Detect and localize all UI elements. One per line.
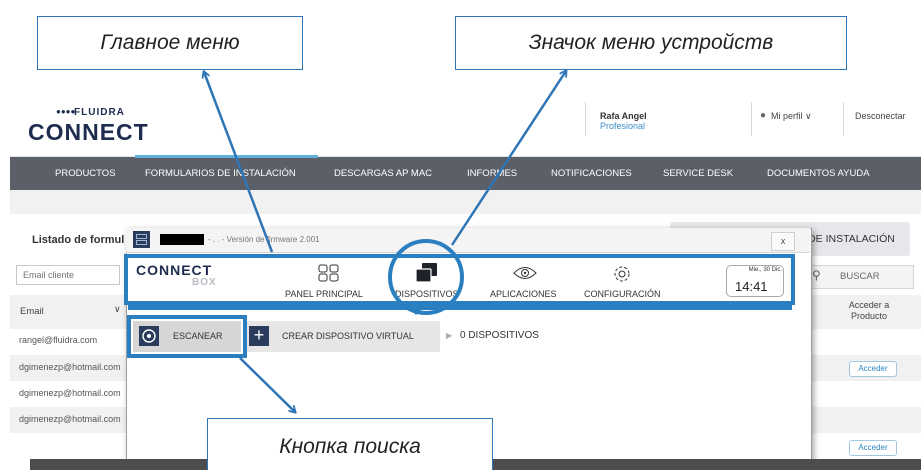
- user-icon: ●: [760, 110, 767, 121]
- plus-icon: +: [249, 326, 269, 346]
- nav-item-informes[interactable]: INFORMES: [467, 168, 517, 179]
- nav-item-formularios[interactable]: FORMULARIOS DE INSTALACIÓN: [145, 168, 296, 179]
- app-icon-detail: [136, 234, 147, 239]
- scan-button-label: ESCANEAR: [173, 331, 223, 341]
- callout-scan-button: Кнопка поиска: [207, 418, 493, 470]
- screenshot: ●●●● FLUIDRA CONNECT Rafa Angel Profesio…: [0, 0, 921, 470]
- page-title: Listado de formul: [32, 234, 125, 246]
- connect-box-logo-sub: BOX: [192, 277, 217, 288]
- header-divider: [843, 102, 844, 136]
- brand-name: FLUIDRA: [74, 107, 125, 118]
- header-divider: [751, 102, 752, 136]
- profile-menu-button[interactable]: Mi perfil ∨: [771, 111, 812, 122]
- fluidra-dots-icon: ●●●●: [56, 107, 76, 116]
- scan-icon: [139, 326, 159, 346]
- subheader-strip: [10, 190, 921, 214]
- nav-item-documentos[interactable]: DOCUMENTOS AYUDA: [767, 168, 870, 179]
- user-name: Rafa Angel: [600, 111, 647, 121]
- active-menu-pointer: [410, 309, 422, 315]
- header-divider: [585, 102, 586, 136]
- callout-main-menu: Главное меню: [37, 16, 303, 70]
- connect-box-logo: CONNECT: [136, 262, 213, 278]
- app-icon-detail: [136, 240, 147, 245]
- create-virtual-device-label: CREAR DISPOSITIVO VIRTUAL: [282, 331, 414, 341]
- eye-icon[interactable]: [512, 264, 538, 282]
- email-filter-input[interactable]: [16, 265, 120, 285]
- menu-underline-bar: [128, 305, 792, 310]
- devices-icon[interactable]: [413, 262, 441, 284]
- chevron-down-icon[interactable]: ∨: [114, 304, 121, 315]
- nav-active-indicator: [135, 155, 318, 158]
- grid-icon[interactable]: [316, 264, 342, 282]
- current-time: 14:41: [735, 279, 768, 294]
- nav-item-notificaciones[interactable]: NOTIFICACIONES: [551, 168, 632, 179]
- access-button[interactable]: Acceder: [849, 440, 897, 456]
- menu-configuracion[interactable]: CONFIGURACIÓN: [584, 289, 661, 299]
- callout-devices-icon: Значок меню устройств: [455, 16, 847, 70]
- close-button[interactable]: x: [771, 232, 795, 251]
- menu-aplicaciones[interactable]: APLICACIONES: [490, 289, 557, 299]
- row-email: dgimenezp@hotmail.com: [19, 388, 121, 398]
- search-icon: ⚲: [812, 268, 821, 282]
- nav-item-productos[interactable]: PRODUCTOS: [55, 168, 116, 179]
- row-email: dgimenezp@hotmail.com: [19, 362, 121, 372]
- chevron-right-icon: ▶: [446, 331, 453, 340]
- user-role: Profesional: [600, 121, 646, 131]
- column-access: Acceder a Producto: [848, 300, 890, 321]
- column-email[interactable]: Email: [20, 306, 44, 317]
- redacted-device-name: [160, 234, 204, 245]
- nav-item-service-desk[interactable]: SERVICE DESK: [663, 168, 733, 179]
- logout-link[interactable]: Desconectar: [855, 111, 906, 121]
- menu-panel-principal[interactable]: PANEL PRINCIPAL: [285, 289, 363, 299]
- gear-icon[interactable]: [610, 263, 634, 285]
- row-email: rangel@fluidra.com: [19, 335, 98, 345]
- connect-logo[interactable]: CONNECT: [28, 119, 149, 146]
- search-label: BUSCAR: [840, 271, 880, 282]
- menu-dispositivos[interactable]: DISPOSITIVOS: [395, 289, 459, 299]
- firmware-version: - . . - Versión de firmware 2.001: [208, 235, 320, 244]
- current-date: Mie., 30 Dic.: [748, 267, 782, 273]
- device-count: 0 DISPOSITIVOS: [460, 330, 539, 341]
- row-email: dgimenezp@hotmail.com: [19, 414, 121, 424]
- access-button[interactable]: Acceder: [849, 361, 897, 377]
- nav-item-descargas[interactable]: DESCARGAS AP MAC: [334, 168, 432, 179]
